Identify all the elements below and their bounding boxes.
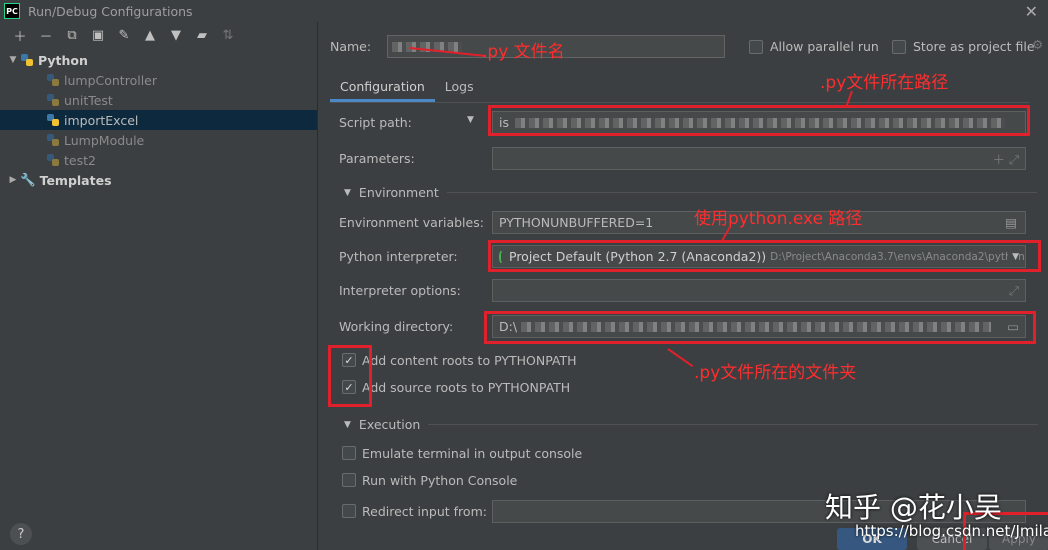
parameters-label: Parameters:: [339, 151, 415, 166]
tree-item-label: unitTest: [64, 92, 113, 108]
annotation-python-exe: 使用python.exe 路径: [694, 209, 863, 229]
interp-options-input[interactable]: ⤢: [492, 279, 1026, 302]
python-file-icon: [46, 153, 60, 167]
pycharm-app-icon: PC: [4, 3, 20, 19]
working-dir-label: Working directory:: [339, 319, 454, 334]
title-bar: PC Run/Debug Configurations ✕: [0, 0, 1048, 22]
gear-icon[interactable]: ⚙: [1032, 37, 1043, 52]
copy-configuration-button[interactable]: ⧉: [62, 25, 82, 45]
store-project-label: Store as project file: [913, 39, 1035, 54]
collapse-arrow-icon[interactable]: ▼: [344, 188, 351, 198]
store-project-checkbox[interactable]: [892, 40, 906, 54]
run-python-console-label: Run with Python Console: [362, 473, 518, 488]
annotation-py-filename: .py 文件名: [482, 42, 565, 62]
config-tabs: Configuration Logs: [330, 72, 484, 102]
window-title: Run/Debug Configurations: [28, 3, 193, 19]
wrench-icon: 🔧: [20, 172, 36, 187]
env-vars-browse-icon[interactable]: ▤: [1005, 215, 1017, 230]
csdn-watermark: https://blog.csdn.net/Jmila: [855, 522, 1048, 540]
python-file-icon: [46, 133, 60, 147]
annotation-box-script-path: [488, 105, 1030, 136]
configurations-sidebar: ＋ － ⧉ ▣ ✎ ▲ ▼ ▰ ⇅ ▼ Python lumpControlle…: [0, 22, 318, 550]
emulate-terminal-checkbox[interactable]: [342, 446, 356, 460]
tree-item-lumpmodule[interactable]: LumpModule: [0, 130, 317, 150]
interpreter-label: Python interpreter:: [339, 249, 458, 264]
annotation-py-path: .py文件所在路径: [820, 73, 949, 93]
tree-item-unittest[interactable]: unitTest: [0, 90, 317, 110]
script-path-dropdown-icon[interactable]: ▼: [467, 115, 474, 125]
new-folder-button[interactable]: ▰: [192, 25, 212, 45]
python-file-icon: [46, 73, 60, 87]
interp-options-label: Interpreter options:: [339, 283, 461, 298]
python-file-icon: [46, 93, 60, 107]
add-source-roots-label: Add source roots to PYTHONPATH: [362, 380, 571, 395]
sort-button[interactable]: ⇅: [218, 25, 238, 45]
name-label: Name:: [330, 39, 372, 54]
tree-node-python[interactable]: ▼ Python: [0, 50, 317, 70]
configurations-tree: ▼ Python lumpController unitTest importE…: [0, 50, 317, 190]
environment-section-title: Environment: [358, 185, 439, 200]
emulate-terminal-label: Emulate terminal in output console: [362, 446, 583, 461]
tree-item-label: LumpModule: [64, 132, 145, 148]
execution-section-title: Execution: [358, 417, 421, 432]
tree-item-test2[interactable]: test2: [0, 150, 317, 170]
allow-parallel-checkbox[interactable]: [749, 40, 763, 54]
move-up-button[interactable]: ▲: [140, 25, 160, 45]
close-icon[interactable]: ✕: [1025, 2, 1038, 21]
tree-node-label: Templates: [39, 172, 112, 188]
section-divider: [446, 192, 1037, 193]
python-file-icon: [46, 113, 60, 127]
tree-item-label: lumpController: [64, 72, 157, 88]
expand-icon[interactable]: ⤢: [1009, 283, 1019, 299]
remove-configuration-button[interactable]: －: [36, 25, 56, 45]
script-path-label: Script path:: [339, 115, 412, 130]
environment-section-header[interactable]: ▼ Environment: [344, 185, 1037, 200]
redirect-input-label: Redirect input from:: [362, 504, 487, 519]
sidebar-toolbar: ＋ － ⧉ ▣ ✎ ▲ ▼ ▰ ⇅: [0, 22, 317, 48]
collapse-arrow-icon[interactable]: ▼: [344, 420, 351, 430]
tree-item-lumpcontroller[interactable]: lumpController: [0, 70, 317, 90]
move-down-button[interactable]: ▼: [166, 25, 186, 45]
tree-item-importexcel[interactable]: importExcel: [0, 110, 317, 130]
redirect-input-checkbox[interactable]: [342, 504, 356, 518]
allow-parallel-label: Allow parallel run: [770, 39, 879, 54]
parameters-input[interactable]: ＋ ⤢: [492, 147, 1026, 170]
execution-section-header[interactable]: ▼ Execution: [344, 417, 1039, 432]
zhihu-watermark: 知乎 @花小吴: [825, 491, 1002, 524]
env-vars-label: Environment variables:: [339, 215, 484, 230]
tree-item-label: importExcel: [64, 112, 139, 128]
tree-node-label: Python: [38, 52, 88, 68]
annotation-py-folder: .py文件所在的文件夹: [694, 363, 857, 383]
env-vars-value: PYTHONUNBUFFERED=1: [499, 215, 654, 230]
expand-icon[interactable]: ＋ ⤢: [993, 149, 1019, 168]
annotation-box-working-dir: [484, 311, 1036, 344]
tab-configuration[interactable]: Configuration: [330, 72, 435, 102]
tab-logs[interactable]: Logs: [435, 72, 484, 102]
tree-node-templates[interactable]: ▶ 🔧 Templates: [0, 170, 317, 190]
python-icon: [20, 53, 34, 67]
tree-item-label: test2: [64, 152, 96, 168]
annotation-box-interpreter: [488, 240, 1041, 272]
expand-arrow-icon[interactable]: ▼: [6, 55, 20, 65]
configuration-editor: Name: Allow parallel run Store as projec…: [319, 22, 1048, 550]
section-divider: [428, 424, 1039, 425]
edit-defaults-button[interactable]: ✎: [114, 25, 134, 45]
expand-arrow-icon[interactable]: ▶: [6, 175, 20, 185]
add-configuration-button[interactable]: ＋: [10, 25, 30, 45]
add-content-roots-label: Add content roots to PYTHONPATH: [362, 353, 577, 368]
run-python-console-checkbox[interactable]: [342, 473, 356, 487]
annotation-box-checkboxes: [328, 345, 372, 407]
save-configuration-button[interactable]: ▣: [88, 25, 108, 45]
help-button[interactable]: ?: [10, 523, 32, 545]
